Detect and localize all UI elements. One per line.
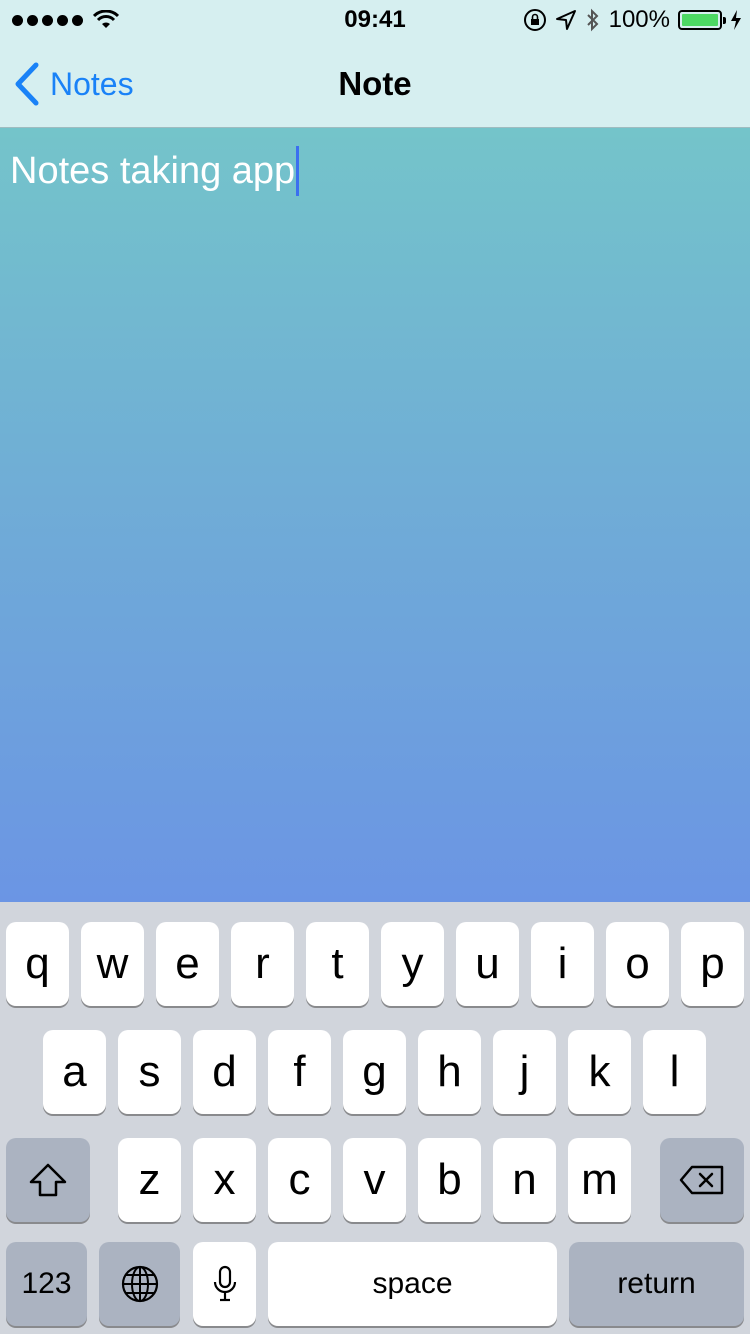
key-o[interactable]: o bbox=[606, 922, 669, 1006]
key-a[interactable]: a bbox=[43, 1030, 106, 1114]
key-m[interactable]: m bbox=[568, 1138, 631, 1222]
navigation-bar: Notes Note bbox=[0, 40, 750, 128]
key-d[interactable]: d bbox=[193, 1030, 256, 1114]
key-h[interactable]: h bbox=[418, 1030, 481, 1114]
shift-key[interactable] bbox=[6, 1138, 90, 1222]
key-b[interactable]: b bbox=[418, 1138, 481, 1222]
key-k[interactable]: k bbox=[568, 1030, 631, 1114]
key-e[interactable]: e bbox=[156, 922, 219, 1006]
key-c[interactable]: c bbox=[268, 1138, 331, 1222]
key-p[interactable]: p bbox=[681, 922, 744, 1006]
battery-fill bbox=[682, 14, 718, 26]
microphone-icon bbox=[213, 1265, 236, 1302]
key-g[interactable]: g bbox=[343, 1030, 406, 1114]
key-t[interactable]: t bbox=[306, 922, 369, 1006]
key-u[interactable]: u bbox=[456, 922, 519, 1006]
return-key[interactable]: return bbox=[569, 1242, 744, 1326]
status-time: 09:41 bbox=[344, 6, 406, 33]
note-text-area[interactable]: Notes taking app bbox=[10, 146, 300, 196]
key-i[interactable]: i bbox=[531, 922, 594, 1006]
backspace-key[interactable] bbox=[660, 1138, 744, 1222]
keyboard: q w e r t y u i o p a s d f g h j k l z … bbox=[0, 902, 750, 1334]
key-s[interactable]: s bbox=[118, 1030, 181, 1114]
page-title: Note bbox=[338, 65, 412, 102]
backspace-icon bbox=[679, 1165, 724, 1195]
key-r[interactable]: r bbox=[231, 922, 294, 1006]
shift-icon bbox=[29, 1163, 67, 1197]
key-x[interactable]: x bbox=[193, 1138, 256, 1222]
globe-key[interactable] bbox=[99, 1242, 180, 1326]
key-l[interactable]: l bbox=[643, 1030, 706, 1114]
key-j[interactable]: j bbox=[493, 1030, 556, 1114]
key-w[interactable]: w bbox=[81, 922, 144, 1006]
globe-icon bbox=[121, 1265, 158, 1303]
text-caret bbox=[296, 146, 300, 196]
dictation-key[interactable] bbox=[193, 1242, 256, 1326]
key-f[interactable]: f bbox=[268, 1030, 331, 1114]
numbers-key[interactable]: 123 bbox=[6, 1242, 87, 1326]
key-y[interactable]: y bbox=[381, 922, 444, 1006]
note-editor[interactable]: Notes taking app bbox=[0, 128, 750, 902]
battery-icon bbox=[678, 10, 726, 30]
key-n[interactable]: n bbox=[493, 1138, 556, 1222]
key-q[interactable]: q bbox=[6, 922, 69, 1006]
key-z[interactable]: z bbox=[118, 1138, 181, 1222]
space-key[interactable]: space bbox=[268, 1242, 557, 1326]
note-text: Notes taking app bbox=[10, 149, 296, 192]
status-bar: 09:41 100% bbox=[0, 0, 750, 40]
key-v[interactable]: v bbox=[343, 1138, 406, 1222]
